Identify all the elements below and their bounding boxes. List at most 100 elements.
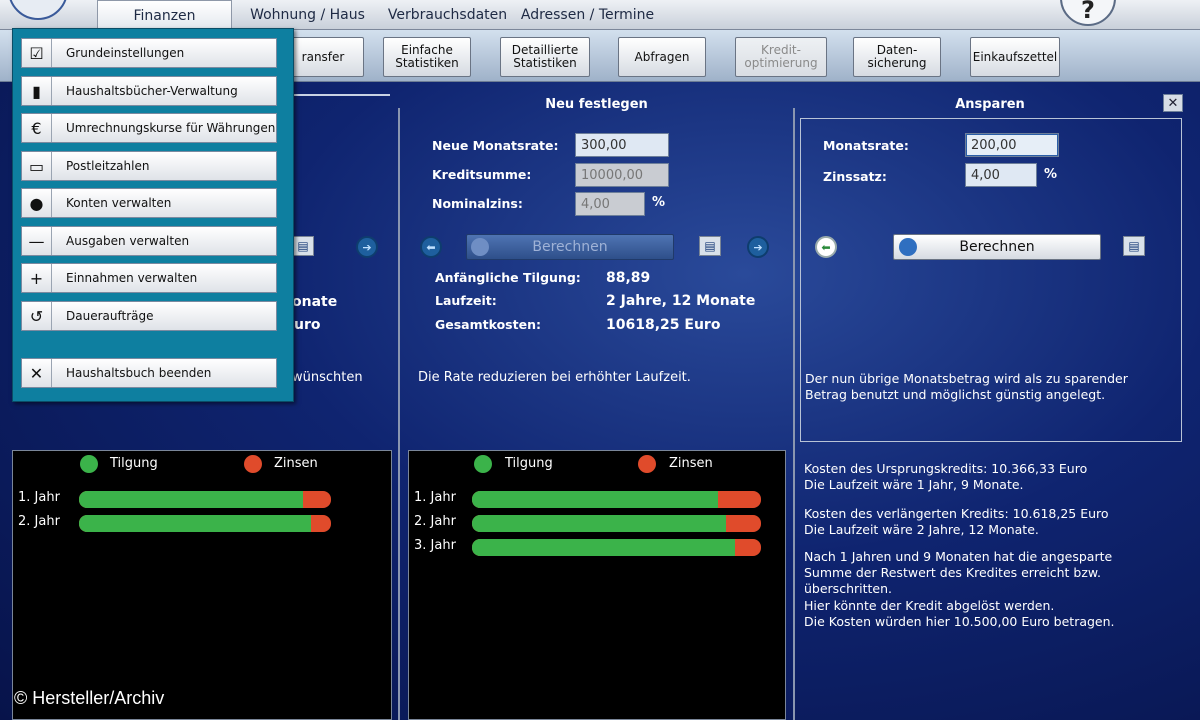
recurring-icon: ↺ [22,302,52,330]
ergebnis-line-4: Hier könnte der Kredit abgelöst werden. [804,598,1055,613]
menu-item-label: Einnahmen verwalten [66,271,198,285]
menu-item-postleitzahlen[interactable]: ▭ Postleitzahlen [21,151,277,181]
ansparen-monatsrate-input[interactable] [965,133,1059,157]
arrow-right-icon[interactable]: ➔ [356,236,378,258]
chart-bar-tilgung [472,539,735,556]
book-icon[interactable]: ▤ [699,236,721,256]
legend-zinsen-dot [244,455,262,473]
tilgung-label: Anfängliche Tilgung: [435,270,581,285]
tab-verbrauchsdaten[interactable]: Verbrauchsdaten [388,0,507,30]
zinssatz-percent: % [1044,167,1058,182]
legend-tilgung-dot [474,455,492,473]
ansparen-note-2: Betrag benutzt und möglichst günstig ang… [805,387,1106,402]
middle-berechnen-globe-icon [471,238,489,256]
ergebnis-line-2: Summe der Restwert des Kredites erreicht… [804,565,1101,580]
chart-bar-tilgung [472,515,727,532]
tab-finanzen[interactable]: Finanzen [97,0,232,30]
right-title: Ansparen [955,97,1025,112]
laufzeit-value: 2 Jahre, 12 Monate [606,293,756,309]
card-icon: ▭ [22,152,52,180]
arrow-right-icon[interactable]: ➔ [747,236,769,258]
laufzeit-ursprung: Die Laufzeit wäre 1 Jahr, 9 Monate. [804,477,1024,492]
chart-row-label: 1. Jahr [414,490,456,505]
zinssatz-input[interactable] [965,163,1037,187]
copyright-text: © Hersteller/Archiv [14,688,165,708]
chart-bar-zinsen [472,539,761,556]
tilgung-value: 88,89 [606,270,651,286]
ansparen-note-1: Der nun übrige Monatsbetrag wird als zu … [805,371,1128,386]
arrow-left-icon[interactable]: ⬅ [420,236,442,258]
menu-item-label: Haushaltsbücher-Verwaltung [66,84,238,98]
back-arrow-icon[interactable]: ⬅ [815,236,837,258]
menu-item-label: Ausgaben verwalten [66,234,190,248]
menu-item-umrechnungskurse[interactable]: € Umrechnungskurse für Währungen [21,113,277,143]
menu-item-label: Postleitzahlen [66,159,150,173]
menu-item-ausgaben-verwalten[interactable]: — Ausgaben verwalten [21,226,277,256]
einfache-statistiken-button[interactable]: Einfache Statistiken [383,37,471,77]
tab-adressen-termine[interactable]: Adressen / Termine [520,0,655,30]
left-note-partial: wünschten [292,370,363,385]
menu-item-label: Daueraufträge [66,309,154,323]
legend-tilgung-dot [80,455,98,473]
middle-note: Die Rate reduzieren bei erhöhter Laufzei… [418,370,691,385]
legend-zinsen-dot [638,455,656,473]
detaillierte-statistiken-button[interactable]: Detaillierte Statistiken [500,37,590,77]
menu-item-konten-verwalten[interactable]: ● Konten verwalten [21,188,277,218]
euro-icon: € [22,114,52,142]
menu-item-label: Umrechnungskurse für Währungen [66,121,276,135]
chart-bar-zinsen [472,491,761,508]
chart-bar-tilgung [472,491,718,508]
close-icon: ✕ [22,359,52,387]
ergebnis-line-5: Die Kosten würden hier 10.500,00 Euro be… [804,614,1115,629]
datensicherung-button[interactable]: Daten- sicherung [853,37,941,77]
zinssatz-label: Zinssatz: [823,169,887,184]
column-divider [398,108,400,720]
abfragen-button[interactable]: Abfragen [618,37,706,77]
chart-bar-zinsen [472,515,761,532]
middle-berechnen-button[interactable]: Berechnen [466,234,674,260]
einkaufszettel-button[interactable]: Einkaufszettel [970,37,1060,77]
legend-tilgung-label: Tilgung [110,456,158,471]
chart-bar-zinsen [79,515,331,532]
legend-zinsen-label: Zinsen [274,456,318,471]
middle-title: Neu festlegen [545,97,648,112]
nominalzins-percent: % [652,195,666,210]
menu-item-grundeinstellungen[interactable]: ☑ Grundeinstellungen [21,38,277,68]
kosten-ursprung: Kosten des Ursprungskredits: 10.366,33 E… [804,461,1088,476]
chart-bar-tilgung [79,515,311,532]
book-icon: ▮ [22,77,52,105]
close-icon[interactable]: ✕ [1163,94,1183,112]
minus-icon: — [22,227,52,255]
menu-item-haushaltsbuch-beenden[interactable]: ✕ Haushaltsbuch beenden [21,358,277,388]
gesamtkosten-value: 10618,25 Euro [606,317,721,333]
left-laufzeit-partial: onate [292,294,338,310]
nominalzins-input[interactable] [575,192,645,216]
ergebnis-line-1: Nach 1 Jahren und 9 Monaten hat die ange… [804,549,1113,564]
kreditsumme-input[interactable] [575,163,669,187]
menu-item-haushaltsbuecher-verwaltung[interactable]: ▮ Haushaltsbücher-Verwaltung [21,76,277,106]
transfer-button[interactable]: ransfer [282,37,364,77]
person-icon: ● [22,189,52,217]
chart-row-label: 2. Jahr [18,514,60,529]
menu-item-einnahmen-verwalten[interactable]: + Einnahmen verwalten [21,263,277,293]
chart-bar-tilgung [79,491,304,508]
left-kosten-partial: uro [294,317,321,333]
menu-item-dauerauftraege[interactable]: ↺ Daueraufträge [21,301,277,331]
legend-zinsen-label: Zinsen [669,456,713,471]
plus-icon: + [22,264,52,292]
ansparen-monatsrate-label: Monatsrate: [823,138,909,153]
tab-wohnung-haus[interactable]: Wohnung / Haus [240,0,375,30]
book-icon[interactable]: ▤ [292,236,314,256]
ansparen-berechnen-button[interactable]: Berechnen [893,234,1101,260]
checkbox-icon: ☑ [22,39,52,67]
ergebnis-line-3: überschritten. [804,581,892,596]
menu-item-label: Grundeinstellungen [66,46,185,60]
monatsrate-input[interactable] [575,133,669,157]
kosten-verlaengert: Kosten des verlängerten Kredits: 10.618,… [804,506,1109,521]
menu-item-label: Konten verwalten [66,196,172,210]
ansparen-berechnen-globe-icon [899,238,917,256]
kreditoptimierung-button[interactable]: Kredit- optimierung [735,37,827,77]
book-icon[interactable]: ▤ [1123,236,1145,256]
legend-tilgung-label: Tilgung [505,456,553,471]
monatsrate-label: Neue Monatsrate: [432,138,559,153]
